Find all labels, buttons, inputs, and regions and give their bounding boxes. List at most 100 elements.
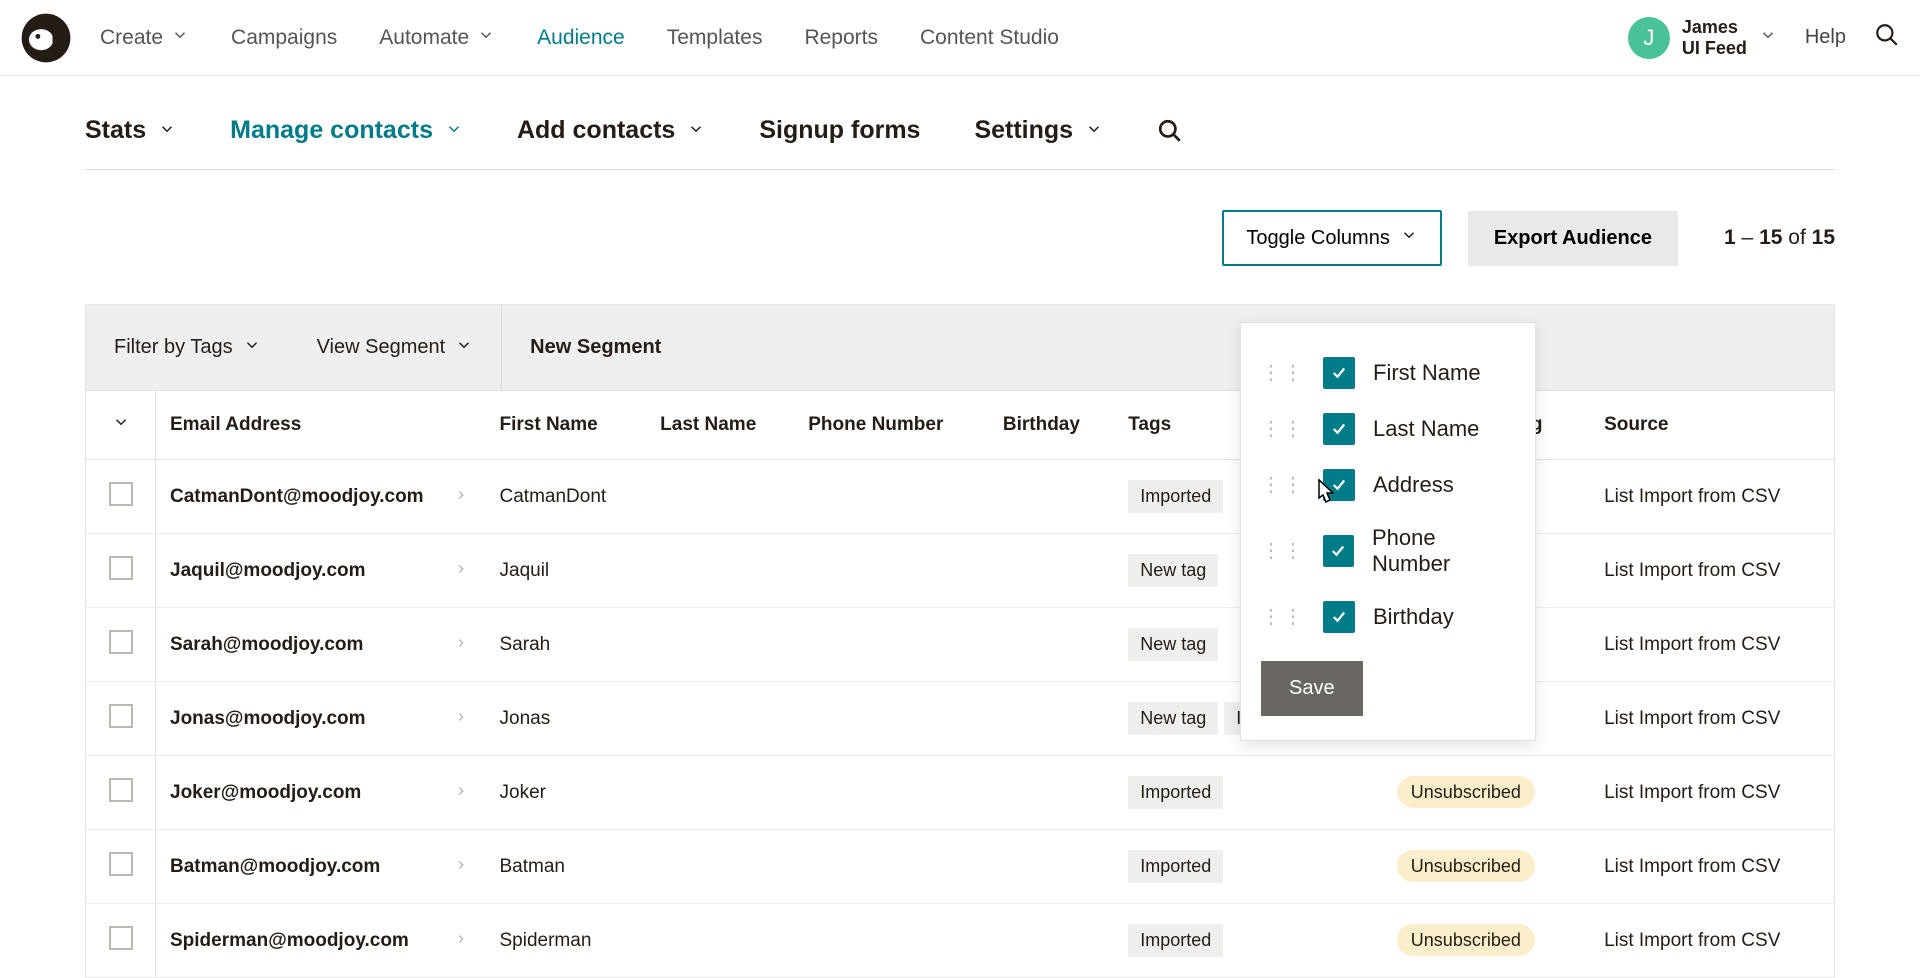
checkbox-checked-icon[interactable] [1323,413,1355,445]
view-segment[interactable]: View Segment [289,336,502,360]
chevron-right-icon [454,560,468,582]
column-toggle-address[interactable]: ⋮⋮Address [1261,457,1515,513]
nav-item-audience[interactable]: Audience [537,26,625,50]
tag-chip[interactable]: New tag [1128,554,1218,587]
table-row: Jaquil@moodjoy.comJaquilNew tagUnsubscri… [86,534,1835,608]
nav-item-label: Reports [804,26,878,50]
pagination-text: 1 – 15 of 15 [1724,226,1835,250]
column-toggle-last-name[interactable]: ⋮⋮ Last Name [1261,401,1515,457]
user-menu[interactable]: J James UI Feed [1628,17,1777,59]
tag-chip[interactable]: New tag [1128,702,1218,735]
export-audience-button[interactable]: Export Audience [1468,211,1678,266]
subnav-item-settings[interactable]: Settings [974,116,1103,145]
phone-cell [794,460,989,534]
nav-item-automate[interactable]: Automate [379,26,495,50]
subnav-item-label: Settings [974,116,1073,145]
row-checkbox[interactable] [109,556,133,580]
birthday-cell [989,460,1114,534]
toggle-columns-button[interactable]: Toggle Columns [1222,210,1441,266]
column-toggle-first-name[interactable]: ⋮⋮ First Name [1261,345,1515,401]
email-cell[interactable]: CatmanDont@moodjoy.com [156,460,486,534]
row-checkbox[interactable] [109,778,133,802]
last-name-cell [646,608,794,682]
row-checkbox[interactable] [109,482,133,506]
audience-subnav: Stats Manage contacts Add contacts Signup f… [85,116,1835,170]
email-cell[interactable]: Spiderman@moodjoy.com [156,904,486,978]
user-name: James [1682,17,1747,38]
birthday-cell [989,830,1114,904]
nav-item-templates[interactable]: Templates [667,26,763,50]
status-cell: Unsubscribed [1383,830,1590,904]
drag-handle-icon[interactable]: ⋮⋮ [1261,422,1305,436]
chevron-right-icon [454,782,468,804]
subnav-item-stats[interactable]: Stats [85,116,176,145]
checkbox-checked-icon[interactable] [1323,601,1355,633]
subnav-item-add-contacts[interactable]: Add contacts [517,116,705,145]
tag-chip[interactable]: New tag [1128,628,1218,661]
column-header-first-name[interactable]: First Name [486,391,647,460]
subnav-search-icon[interactable] [1157,118,1183,144]
source-cell: List Import from CSV [1590,756,1834,830]
email-cell[interactable]: Batman@moodjoy.com [156,830,486,904]
chevron-down-icon [455,336,473,360]
column-header-last-name[interactable]: Last Name [646,391,794,460]
birthday-cell [989,608,1114,682]
column-toggle-birthday[interactable]: ⋮⋮Birthday [1261,589,1515,645]
checkbox-checked-icon[interactable] [1323,357,1355,389]
column-header-source[interactable]: Source [1590,391,1834,460]
first-name-cell: CatmanDont [486,460,647,534]
row-checkbox[interactable] [109,926,133,950]
nav-item-label: Create [100,26,163,50]
nav-item-create[interactable]: Create [100,26,189,50]
row-checkbox[interactable] [109,852,133,876]
search-icon[interactable] [1874,22,1900,53]
table-row: Sarah@moodjoy.comSarahNew tagUnsubscribe… [86,608,1835,682]
drag-handle-icon[interactable]: ⋮⋮ [1261,478,1305,492]
phone-cell [794,830,989,904]
last-name-cell [646,460,794,534]
chevron-right-icon [454,930,468,952]
nav-item-reports[interactable]: Reports [804,26,878,50]
email-cell[interactable]: Joker@moodjoy.com [156,756,486,830]
column-header-email-address[interactable]: Email Address [156,391,486,460]
column-toggle-label: Last Name [1373,416,1479,442]
email-cell[interactable]: Sarah@moodjoy.com [156,608,486,682]
drag-handle-icon[interactable]: ⋮⋮ [1261,610,1305,624]
drag-handle-icon[interactable]: ⋮⋮ [1261,366,1305,380]
column-toggle-phone-number[interactable]: ⋮⋮Phone Number [1261,513,1515,589]
table-row: Joker@moodjoy.comJokerImportedUnsubscrib… [86,756,1835,830]
tag-chip[interactable]: Imported [1128,924,1223,957]
column-toggle-label: First Name [1373,360,1481,386]
subnav-item-manage-contacts[interactable]: Manage contacts [230,116,463,145]
tags-cell: Imported [1114,830,1383,904]
help-link[interactable]: Help [1805,26,1846,49]
column-header-phone-number[interactable]: Phone Number [794,391,989,460]
source-cell: List Import from CSV [1590,608,1834,682]
tag-chip[interactable]: Imported [1128,480,1223,513]
checkbox-checked-icon[interactable] [1323,535,1354,567]
select-all-header[interactable] [86,391,156,460]
tag-chip[interactable]: Imported [1128,850,1223,883]
row-checkbox[interactable] [109,630,133,654]
tag-chip[interactable]: Imported [1128,776,1223,809]
row-checkbox[interactable] [109,704,133,728]
nav-item-campaigns[interactable]: Campaigns [231,26,337,50]
subnav-item-signup-forms[interactable]: Signup forms [759,116,920,145]
source-cell: List Import from CSV [1590,830,1834,904]
mailchimp-logo[interactable] [20,12,72,64]
chevron-right-icon [454,856,468,878]
nav-item-content-studio[interactable]: Content Studio [920,26,1059,50]
save-button[interactable]: Save [1261,661,1363,716]
filter-by-tags[interactable]: Filter by Tags [86,336,289,360]
new-segment-button[interactable]: New Segment [502,336,689,359]
nav-item-label: Templates [667,26,763,50]
subnav-item-label: Add contacts [517,116,675,145]
column-header-birthday[interactable]: Birthday [989,391,1114,460]
filter-by-tags-label: Filter by Tags [114,336,233,359]
nav-item-label: Automate [379,26,469,50]
chevron-down-icon [112,415,130,436]
email-cell[interactable]: Jaquil@moodjoy.com [156,534,486,608]
drag-handle-icon[interactable]: ⋮⋮ [1261,544,1305,558]
email-cell[interactable]: Jonas@moodjoy.com [156,682,486,756]
status-cell: Unsubscribed [1383,756,1590,830]
